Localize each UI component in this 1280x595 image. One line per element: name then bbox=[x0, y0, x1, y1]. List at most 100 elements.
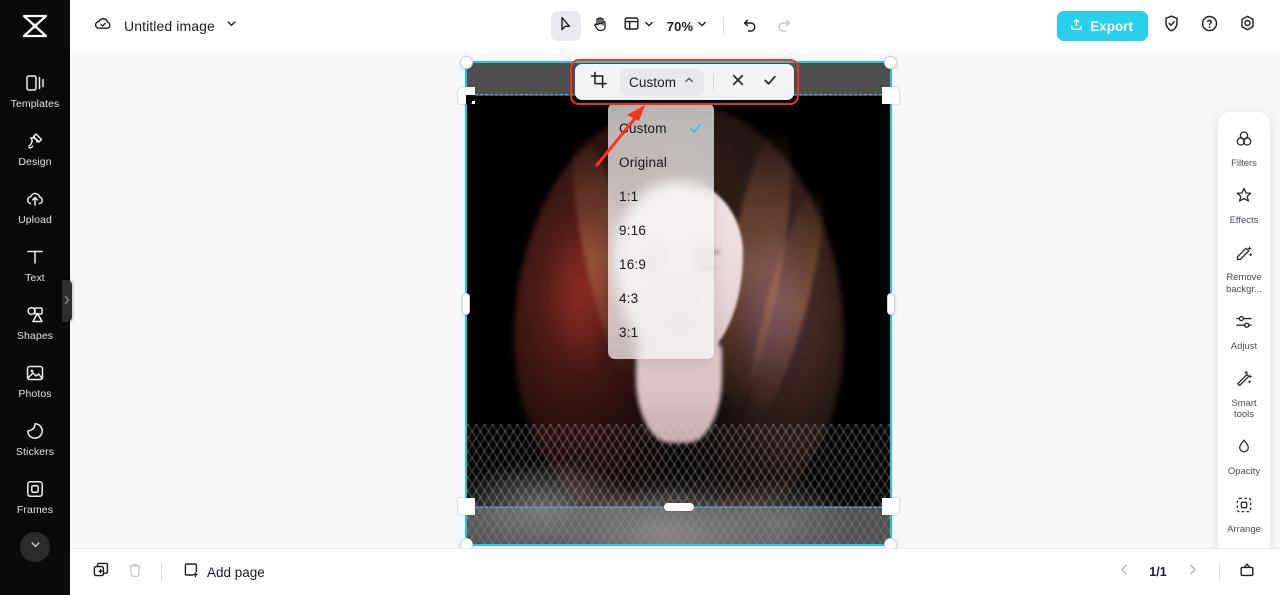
resize-handle-bottom-left[interactable] bbox=[460, 538, 473, 548]
resize-handle-top-right[interactable] bbox=[884, 56, 897, 69]
filters-icon bbox=[1234, 129, 1254, 154]
undo-button[interactable] bbox=[735, 11, 765, 41]
panel-item-label: Filters bbox=[1231, 158, 1257, 169]
hand-tool-button[interactable] bbox=[585, 11, 615, 41]
present-button[interactable] bbox=[1232, 557, 1262, 587]
ratio-option-label: 9:16 bbox=[619, 222, 647, 238]
effects-sparkle-icon bbox=[1234, 186, 1254, 211]
next-page-button[interactable] bbox=[1177, 557, 1207, 587]
sidebar-item-label: Frames bbox=[16, 504, 54, 517]
ratio-option-16-9[interactable]: 16:9 bbox=[608, 247, 714, 281]
chevron-down-icon[interactable] bbox=[225, 17, 238, 35]
canvas-size-dropdown[interactable] bbox=[619, 11, 659, 41]
add-page-icon bbox=[182, 561, 200, 584]
aspect-ratio-dropdown[interactable]: Custom bbox=[620, 68, 705, 96]
chevron-right-icon bbox=[64, 292, 70, 310]
aspect-ratio-menu[interactable]: Custom Original 1:1 9:16 16:9 4:3 3:1 bbox=[608, 103, 714, 359]
sidebar-item-text[interactable]: Text bbox=[0, 236, 70, 294]
panel-item-effects[interactable]: Effects bbox=[1218, 177, 1270, 234]
resize-handle-bottom-right[interactable] bbox=[884, 538, 897, 548]
canvas-workspace[interactable]: Custom Original 1:1 9:16 16:9 4:3 3:1 Cu… bbox=[70, 52, 1280, 548]
ratio-option-3-1[interactable]: 3:1 bbox=[608, 315, 714, 349]
crop-handle-bottom-right[interactable] bbox=[882, 498, 899, 515]
sidebar-item-upload[interactable]: Upload bbox=[0, 178, 70, 236]
cursor-arrow-icon bbox=[557, 15, 575, 38]
chevron-up-icon bbox=[683, 73, 695, 91]
select-tool-button[interactable] bbox=[550, 11, 581, 41]
shapes-icon bbox=[24, 304, 46, 326]
crop-handle-bottom-left[interactable] bbox=[458, 498, 475, 515]
sidebar-item-photos[interactable]: Photos bbox=[0, 352, 70, 410]
settings-button[interactable] bbox=[1232, 11, 1262, 41]
sidebar-item-frames[interactable]: Frames bbox=[0, 468, 70, 526]
sidebar-collapse-handle[interactable] bbox=[62, 280, 72, 322]
ratio-option-label: 4:3 bbox=[619, 290, 639, 306]
crop-handle-top-left[interactable] bbox=[458, 87, 475, 104]
ratio-option-1-1[interactable]: 1:1 bbox=[608, 179, 714, 213]
capcut-logo[interactable] bbox=[0, 0, 70, 52]
panel-item-remove-background[interactable]: Remove backgr... bbox=[1218, 234, 1270, 302]
crop-toolbar-divider bbox=[713, 73, 715, 91]
panel-item-label: Effects bbox=[1229, 215, 1259, 227]
ratio-option-custom[interactable]: Custom bbox=[608, 111, 714, 145]
sidebar-item-shapes[interactable]: Shapes bbox=[0, 294, 70, 352]
sidebar-item-label: Templates bbox=[10, 98, 60, 111]
ratio-option-label: 16:9 bbox=[619, 256, 647, 272]
help-button[interactable] bbox=[1194, 11, 1224, 41]
sidebar-item-label: Photos bbox=[18, 388, 52, 401]
crop-cancel-button[interactable] bbox=[723, 68, 753, 96]
panel-item-smart-tools[interactable]: Smart tools bbox=[1218, 360, 1270, 428]
trash-icon bbox=[126, 561, 144, 584]
ratio-option-9-16[interactable]: 9:16 bbox=[608, 213, 714, 247]
panel-item-label: Remove backgr... bbox=[1226, 272, 1262, 295]
right-tools-panel: Filters Effects Remove backgr... Adjust … bbox=[1218, 112, 1270, 548]
delete-page-button[interactable] bbox=[120, 557, 150, 587]
ratio-option-original[interactable]: Original bbox=[608, 145, 714, 179]
panel-item-arrange[interactable]: Arrange bbox=[1218, 486, 1270, 543]
top-right-actions: Export bbox=[1057, 11, 1280, 41]
bottom-bar-divider bbox=[161, 563, 162, 581]
cloud-check-icon[interactable] bbox=[92, 13, 114, 40]
sidebar-item-label: Text bbox=[25, 272, 45, 285]
sidebar-more-button[interactable] bbox=[20, 532, 50, 562]
frames-icon bbox=[24, 478, 46, 500]
document-title-group: Untitled image bbox=[70, 13, 238, 40]
sidebar-item-design[interactable]: Design bbox=[0, 120, 70, 178]
panel-item-opacity[interactable]: Opacity bbox=[1218, 428, 1270, 485]
upload-cloud-icon bbox=[24, 188, 46, 210]
prev-page-button[interactable] bbox=[1109, 557, 1139, 587]
sidebar-item-stickers[interactable]: Stickers bbox=[0, 410, 70, 468]
add-page-label: Add page bbox=[207, 564, 265, 580]
document-title[interactable]: Untitled image bbox=[124, 18, 215, 34]
crop-handle-top-right[interactable] bbox=[882, 87, 899, 104]
redo-icon bbox=[775, 15, 793, 38]
add-page-button[interactable]: Add page bbox=[173, 557, 274, 587]
redo-button[interactable] bbox=[769, 11, 799, 41]
resize-handle-left[interactable] bbox=[462, 292, 470, 315]
resize-handle-right[interactable] bbox=[887, 292, 895, 315]
crop-tool-button[interactable] bbox=[584, 68, 614, 96]
page-nav-divider bbox=[1219, 563, 1220, 581]
panel-item-label: Arrange bbox=[1227, 523, 1261, 535]
panel-item-adjust[interactable]: Adjust bbox=[1218, 303, 1270, 360]
export-button[interactable]: Export bbox=[1057, 11, 1148, 41]
magic-wand-icon bbox=[1234, 369, 1254, 394]
panel-item-label: Opacity bbox=[1227, 466, 1261, 478]
duplicate-page-button[interactable] bbox=[86, 557, 116, 587]
ratio-option-label: 1:1 bbox=[619, 188, 639, 204]
export-button-label: Export bbox=[1090, 18, 1133, 34]
sidebar-item-label: Shapes bbox=[16, 330, 54, 343]
crop-handle-bottom-center[interactable] bbox=[663, 503, 694, 511]
ratio-option-4-3[interactable]: 4:3 bbox=[608, 281, 714, 315]
ratio-option-label: 3:1 bbox=[619, 324, 639, 340]
resize-handle-top-left[interactable] bbox=[460, 56, 473, 69]
duplicate-page-icon bbox=[92, 561, 110, 584]
sidebar-item-templates[interactable]: Templates bbox=[0, 62, 70, 120]
remove-background-icon bbox=[1234, 243, 1254, 268]
sidebar-item-label: Upload bbox=[18, 214, 52, 227]
crop-confirm-button[interactable] bbox=[755, 68, 785, 96]
panel-item-filters[interactable]: Filters bbox=[1218, 120, 1270, 177]
left-sidebar-items: Templates Design Upload Text Shapes Phot… bbox=[0, 52, 70, 562]
zoom-dropdown[interactable]: 70% bbox=[663, 11, 713, 41]
security-button[interactable] bbox=[1156, 11, 1186, 41]
